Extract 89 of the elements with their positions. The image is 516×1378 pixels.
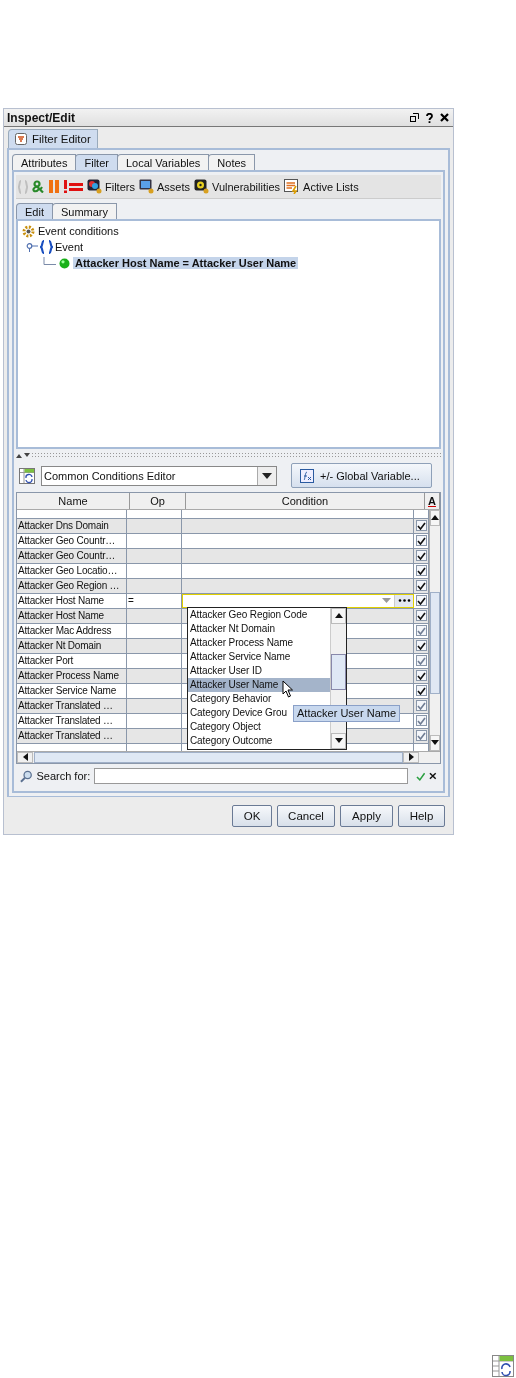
checkmark-icon[interactable] <box>415 771 426 781</box>
filter-icon <box>15 133 27 145</box>
list-item[interactable]: Category Object <box>188 719 330 734</box>
dialog-button[interactable]: Apply <box>340 805 393 827</box>
close-icon[interactable] <box>429 772 437 781</box>
scroll-bar[interactable] <box>429 509 440 751</box>
tab[interactable]: Edit <box>16 203 53 220</box>
table-cell: Attacker Geo Countr… <box>17 548 128 563</box>
checkbox[interactable] <box>415 565 427 577</box>
circles-icon <box>87 179 102 195</box>
list-item[interactable]: Attacker User ID <box>188 663 330 678</box>
checkbox[interactable] <box>415 550 427 562</box>
filter-editor-tab[interactable]: Filter Editor <box>8 129 98 148</box>
list-item[interactable]: Attacker Nt Domain <box>188 621 330 636</box>
table-cell: Attacker Port <box>17 653 128 668</box>
search-label: Search for: <box>36 770 91 783</box>
list-item[interactable]: Attacker User Name <box>188 677 330 692</box>
mouse-cursor-icon <box>282 679 294 698</box>
toolbar-button[interactable]: Assets <box>138 179 190 195</box>
tab[interactable]: Summary <box>51 203 118 220</box>
tab[interactable]: Filter <box>75 154 118 170</box>
toolbar-button[interactable]: Active Lists <box>284 179 359 195</box>
ellipsis-icon <box>397 599 411 603</box>
and-button[interactable] <box>32 180 45 194</box>
checkbox[interactable] <box>415 520 427 532</box>
table-cell: Attacker Translated … <box>17 713 128 728</box>
column-header[interactable]: Op <box>130 492 186 509</box>
toolbar-button[interactable]: Filters <box>87 179 135 195</box>
list-item[interactable]: Attacker Service Name <box>188 649 330 664</box>
function-icon <box>300 469 314 483</box>
dialog-button[interactable]: Help <box>398 805 445 827</box>
tab[interactable]: Attributes <box>12 154 77 170</box>
checkbox[interactable] <box>415 610 427 622</box>
table-cell: Attacker Geo Locatio… <box>17 563 128 578</box>
tree-node[interactable]: Event conditions <box>38 225 119 238</box>
restore-icon[interactable] <box>410 113 419 122</box>
table-cell: Attacker Geo Countr… <box>17 533 128 548</box>
not-button[interactable] <box>64 180 83 194</box>
table-refresh-icon[interactable] <box>492 1355 514 1377</box>
column-header[interactable]: Name <box>17 492 130 509</box>
table-cell: Attacker Host Name <box>17 593 128 608</box>
scroll-bar[interactable] <box>17 750 440 763</box>
help-icon[interactable] <box>426 112 433 123</box>
table-cell: = <box>127 593 182 608</box>
table-refresh-icon[interactable] <box>19 468 35 484</box>
status-dot-icon <box>59 257 70 269</box>
gear-icon <box>22 224 35 238</box>
list-item[interactable]: Category Outcome <box>188 733 330 748</box>
window-title: Inspect/Edit <box>7 110 75 125</box>
condition-node[interactable]: Attacker Host Name = Attacker User Name <box>73 257 299 270</box>
dialog-button[interactable]: OK <box>232 805 272 827</box>
table-cell: Attacker Process Name <box>17 668 128 683</box>
splitter-handle[interactable] <box>16 451 441 460</box>
editor-dropdown[interactable]: Common Conditions Editor <box>41 466 277 486</box>
caret-icon[interactable] <box>382 598 392 604</box>
column-header[interactable]: Condition <box>186 492 425 509</box>
expand-handle-icon[interactable] <box>26 242 38 253</box>
caret-icon <box>262 473 272 479</box>
list-item[interactable]: Category Behavior <box>188 691 330 706</box>
checkbox[interactable] <box>415 580 427 592</box>
dialog-button[interactable]: Cancel <box>277 805 335 827</box>
global-variable-button[interactable]: +/- Global Variable... <box>291 463 432 489</box>
close-icon[interactable] <box>440 113 449 122</box>
list-item[interactable]: Attacker Process Name <box>188 635 330 650</box>
search-field[interactable] <box>94 768 408 785</box>
column-header[interactable]: A <box>425 492 440 509</box>
checkbox[interactable] <box>415 535 427 547</box>
table-cell: Attacker Service Name <box>17 683 128 698</box>
table-cell: Attacker Host Name <box>17 608 128 623</box>
braces-icon <box>40 240 53 255</box>
checkbox[interactable] <box>415 595 427 607</box>
checkbox[interactable] <box>415 685 427 697</box>
list-icon <box>284 179 301 195</box>
tree-node[interactable]: Event <box>55 241 84 254</box>
tab[interactable]: Notes <box>208 154 256 170</box>
table-cell: Attacker Dns Domain <box>17 518 128 533</box>
search-icon <box>20 769 33 783</box>
more-button[interactable] <box>394 594 414 607</box>
list-item[interactable]: Attacker Geo Region Code <box>188 607 330 622</box>
table-cell: Attacker Geo Region … <box>17 578 128 593</box>
table-cell: Attacker Mac Address <box>17 623 128 638</box>
checkbox[interactable] <box>415 640 427 652</box>
monitor-icon <box>138 179 154 195</box>
table-cell: Attacker Translated … <box>17 698 128 713</box>
toolbar-button[interactable]: Vulnerabilities <box>193 179 281 195</box>
tab[interactable]: Local Variables <box>116 154 210 170</box>
table-cell: Attacker Nt Domain <box>17 638 128 653</box>
table-cell: Attacker Translated … <box>17 728 128 743</box>
checkbox[interactable] <box>415 670 427 682</box>
